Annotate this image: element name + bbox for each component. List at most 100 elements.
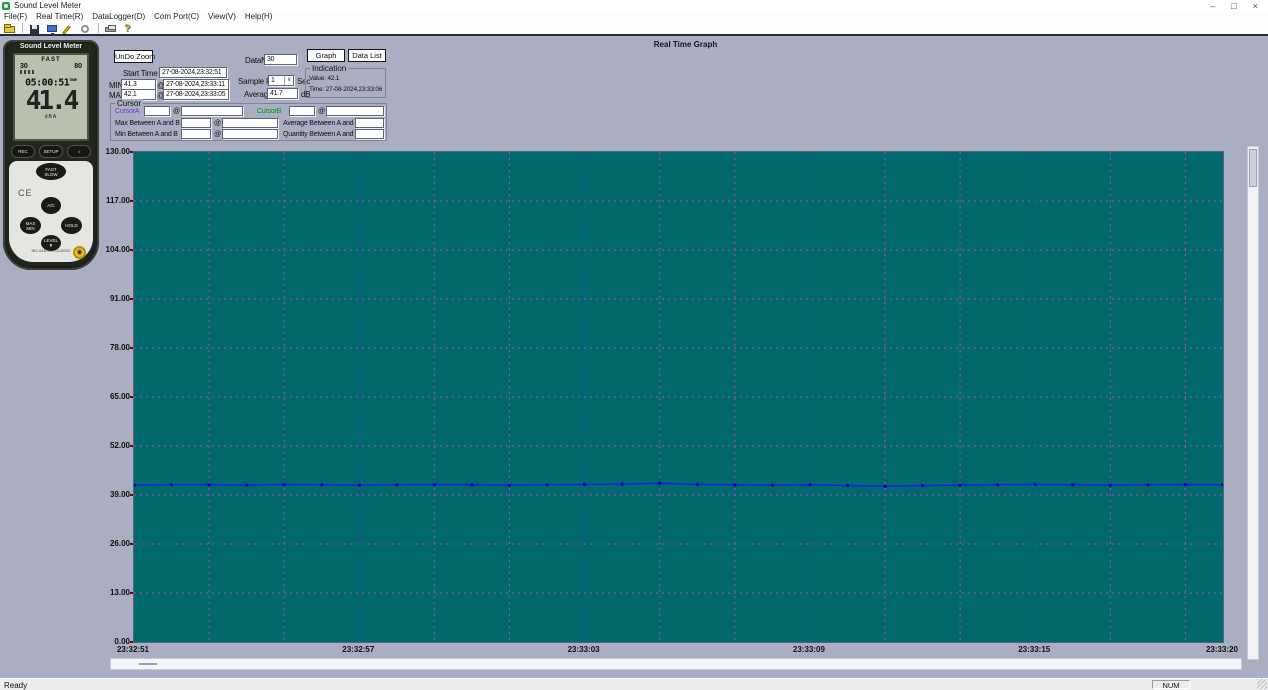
window-title: Sound Level Meter <box>14 1 81 10</box>
horizontal-scrollbar-thumb[interactable] <box>139 663 157 665</box>
cursor-a-label: CursorA <box>115 108 139 115</box>
indication-time: 27-08-2024,23:33:06 <box>326 86 383 93</box>
help-icon[interactable]: ? <box>121 23 135 34</box>
real-time-monitor-icon[interactable] <box>45 23 59 34</box>
graph-button[interactable]: Graph <box>307 49 345 62</box>
indication-value: 42.1 <box>327 75 339 82</box>
cursor-b-at-symbol: @ <box>318 108 325 115</box>
x-tick-label: 23:33:03 <box>554 645 614 654</box>
max-between-value-field[interactable] <box>181 118 211 128</box>
graph-title: Real Time Graph <box>103 40 1268 49</box>
device-power-button: ◉ <box>73 246 86 259</box>
qty-between-label: Quantity Between A and B <box>283 131 360 138</box>
open-file-icon[interactable] <box>3 23 17 34</box>
x-axis: 23:32:51 23:32:57 23:33:03 23:33:09 23:33:15… <box>103 645 1253 655</box>
y-tick-label: 65.00 <box>110 392 130 401</box>
cursor-group: Cursor CursorA @ CursorB @ Max Between A… <box>110 103 387 141</box>
start-time-field[interactable] <box>159 67 227 78</box>
device-brand-label: Sound Level Meter <box>3 40 99 50</box>
cursor-b-value-field[interactable] <box>289 106 315 116</box>
vertical-scrollbar[interactable] <box>1247 146 1259 660</box>
app-icon <box>2 2 10 10</box>
cursor-a-at-symbol: @ <box>173 108 180 115</box>
cursor-a-value-field[interactable] <box>144 106 170 116</box>
toolbar-separator <box>22 23 23 33</box>
avg-between-field[interactable] <box>355 118 384 128</box>
x-tick-label: 23:33:20 <box>1192 645 1252 654</box>
x-tick-label: 23:33:09 <box>779 645 839 654</box>
lcd-time-unit: TIME <box>69 77 77 82</box>
device-face: FAST SLOW CE A/C MAX MIN HOLD LEVEL ▼ IE… <box>9 161 93 262</box>
y-tick-label: 91.00 <box>110 294 130 303</box>
y-tick-label: 39.00 <box>110 490 130 499</box>
device-backlight-button: ☼ <box>67 145 91 158</box>
max-between-time-field[interactable] <box>222 118 278 128</box>
print-icon[interactable] <box>104 23 118 34</box>
maximize-button[interactable]: □ <box>1231 1 1236 11</box>
min-between-at-symbol: @ <box>214 131 221 138</box>
indication-time-label: Time: <box>309 86 324 93</box>
device-fast-slow-button: FAST SLOW <box>36 163 66 180</box>
device-ac-button: A/C <box>41 197 61 214</box>
save-icon[interactable] <box>28 23 42 34</box>
data-no-field[interactable] <box>264 54 297 65</box>
real-time-chart <box>134 152 1223 642</box>
average-field[interactable] <box>267 88 298 99</box>
setup-pen-icon[interactable] <box>62 23 76 34</box>
titlebar: Sound Level Meter – □ × <box>0 0 1268 11</box>
vertical-scrollbar-thumb[interactable] <box>1249 149 1257 187</box>
indication-value-label: Value: <box>309 75 326 82</box>
min-between-label: Min Between A and B <box>115 131 178 138</box>
device-hold-button: HOLD <box>61 217 82 234</box>
menu-item-view-v-[interactable]: View(V) <box>208 12 236 21</box>
max-between-at-symbol: @ <box>214 120 221 127</box>
chart-plot-area[interactable] <box>133 151 1224 643</box>
cursor-legend: Cursor <box>115 99 143 108</box>
max-time-field[interactable] <box>163 89 229 100</box>
menu-item-real-time-r-[interactable]: Real Time(R) <box>36 12 83 21</box>
statusbar: Ready NUM <box>0 678 1268 690</box>
menubar: File(F) Real Time(R) DataLogger(D) Com Port… <box>0 11 1268 22</box>
num-lock-indicator: NUM <box>1152 680 1190 689</box>
qty-between-field[interactable] <box>355 129 384 139</box>
sound-level-meter-device: Sound Level Meter FAST 30 80 05:00:51TIM… <box>3 40 99 270</box>
min-between-time-field[interactable] <box>222 129 278 139</box>
chevron-down-icon[interactable]: ∨ <box>284 76 293 85</box>
device-lcd: FAST 30 80 05:00:51TIME 41.4 dBA <box>13 53 89 141</box>
device-rec-button: REC <box>11 145 35 158</box>
device-setup-button: SETUP <box>39 145 63 158</box>
cursor-a-time-field[interactable] <box>181 106 243 116</box>
start-time-label: Start Time <box>123 69 157 78</box>
lcd-value: 41.4 <box>15 88 87 114</box>
max-between-label: Max Between A and B <box>115 120 180 127</box>
data-list-button[interactable]: Data List <box>348 49 386 62</box>
toolbar-divider <box>0 34 1268 36</box>
status-message: Ready <box>4 681 27 690</box>
y-tick-label: 78.00 <box>110 343 130 352</box>
menu-item-file-f-[interactable]: File(F) <box>4 12 27 21</box>
menu-item-help-h-[interactable]: Help(H) <box>245 12 273 21</box>
close-button[interactable]: × <box>1253 1 1258 11</box>
minimize-button[interactable]: – <box>1210 1 1215 11</box>
y-tick-label: 117.00 <box>106 196 130 205</box>
stop-icon[interactable] <box>79 23 93 34</box>
cursor-b-time-field[interactable] <box>326 106 384 116</box>
lcd-range-high: 80 <box>74 63 82 70</box>
y-tick-label: 13.00 <box>110 588 130 597</box>
lcd-range-low: 30 <box>20 63 28 70</box>
ce-mark: CE <box>18 188 33 198</box>
indication-group: Indication Value: 42.1 Time: 27-08-2024,… <box>305 68 386 98</box>
min-between-value-field[interactable] <box>181 129 211 139</box>
undo-zoom-button[interactable]: UnDo Zoom <box>114 50 153 63</box>
y-tick-label: 130.00 <box>106 147 130 156</box>
resize-grip[interactable] <box>1257 679 1267 689</box>
sample-rate-select[interactable]: 1∨ <box>268 75 294 86</box>
x-tick-label: 23:32:57 <box>328 645 388 654</box>
menu-item-com-port-c-[interactable]: Com Port(C) <box>154 12 199 21</box>
horizontal-scrollbar[interactable] <box>110 658 1242 670</box>
sidebar: Sound Level Meter FAST 30 80 05:00:51TIM… <box>0 36 103 678</box>
menu-item-datalogger-d-[interactable]: DataLogger(D) <box>92 12 145 21</box>
x-tick-label: 23:32:51 <box>103 645 163 654</box>
y-tick-label: 104.00 <box>106 245 130 254</box>
x-tick-label: 23:33:15 <box>1004 645 1064 654</box>
